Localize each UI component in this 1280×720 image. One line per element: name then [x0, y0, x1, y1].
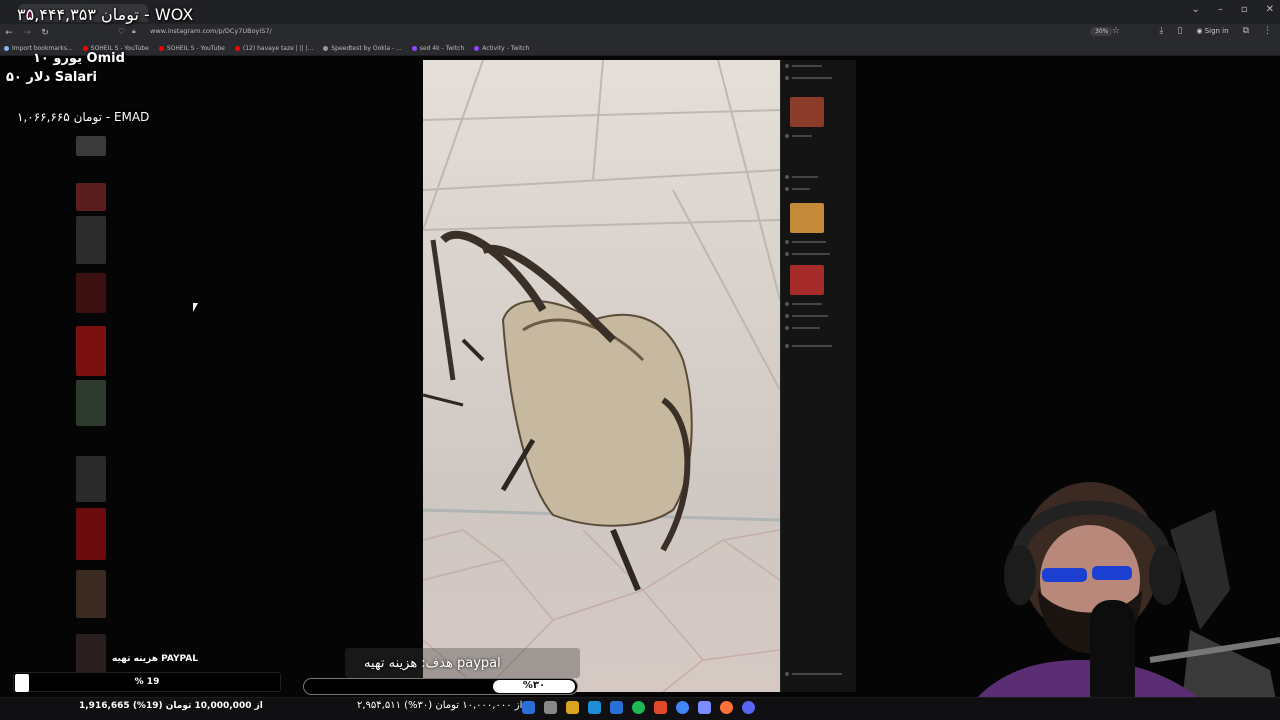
webcam-illustration — [950, 470, 1280, 720]
mid-goal-percent: %۳۰ — [522, 680, 546, 691]
instagram-background-page — [0, 88, 130, 688]
video-frame-illustration — [423, 60, 780, 692]
store-icon[interactable] — [610, 701, 623, 714]
thumbnail[interactable] — [76, 456, 106, 502]
comment-row — [785, 240, 826, 244]
toolbar-right: ⤓ ▯ ◉ Sign in ⧉ ⋮ — [1159, 26, 1272, 36]
back-icon[interactable]: ← — [0, 28, 18, 38]
restore-icon[interactable]: ▫ — [1241, 4, 1248, 15]
comment-row — [785, 326, 820, 330]
sign-in-label: Sign in — [1204, 27, 1229, 35]
lock-icon: 🔒︎ — [132, 27, 136, 35]
donation-salari: ۵۰ دلار Salari — [6, 70, 98, 85]
firefox-icon[interactable] — [720, 701, 733, 714]
comment-image[interactable] — [790, 265, 824, 295]
zoom-indicator[interactable]: 30% — [1090, 27, 1114, 36]
mid-goal-label: هدف: هزینه تهیه paypal — [364, 656, 501, 671]
bookmark-favicon-icon — [4, 46, 9, 51]
comment-row — [785, 302, 822, 306]
menu-icon[interactable]: ⋮ — [1263, 26, 1272, 36]
windows-icon[interactable] — [522, 701, 535, 714]
minimize-icon[interactable]: – — [1218, 4, 1223, 15]
bookmark-favicon-icon — [323, 46, 329, 51]
thumbnail[interactable] — [76, 570, 106, 618]
browser-toolbar: ← → ↻ ♡ 🔒︎ www.instagram.com/p/DCy7UBoyi… — [0, 24, 1280, 42]
search-icon[interactable] — [544, 701, 557, 714]
bookmark-label: sed 4k - Twitch — [419, 45, 465, 52]
comment-row — [785, 252, 830, 256]
bookmark-label: Activity - Twitch — [482, 45, 530, 52]
comment-row — [785, 76, 832, 80]
sidebar-icon[interactable]: ▯ — [1177, 26, 1182, 36]
taskbar-icons — [522, 701, 755, 714]
comment-row — [785, 314, 828, 318]
bookmark-item[interactable]: SOHEIL S - YouTube — [158, 45, 225, 52]
left-goal-summary: 1,916,665 از 10,000,000 تومان (19%) — [79, 701, 263, 711]
office-icon[interactable] — [654, 701, 667, 714]
thumbnail[interactable] — [76, 273, 106, 313]
comment-image[interactable] — [790, 203, 824, 233]
comment-image[interactable] — [790, 97, 824, 127]
mid-goal-progress-bar: %۳۰ — [303, 678, 578, 695]
bookmark-favicon-icon — [474, 46, 480, 51]
discord-icon[interactable] — [742, 701, 755, 714]
bookmark-label: SOHEIL S - YouTube — [166, 45, 225, 52]
top-donation-text: ۳۵,۴۴۴,۳۵۳ تومان - WOX — [17, 5, 194, 24]
comments-panel[interactable] — [780, 60, 856, 692]
thumbnail[interactable] — [76, 634, 106, 676]
download-icon[interactable]: ⤓ — [1159, 26, 1163, 36]
chrome-icon[interactable] — [676, 701, 689, 714]
bookmark-label: Speedtest by Ookla - ... — [331, 45, 402, 52]
donation-omid: ۱۰ یورو Omid — [33, 51, 125, 66]
bookmark-favicon-icon — [411, 46, 417, 51]
bookmark-item[interactable]: (12) havaye taze | || |... — [234, 45, 314, 52]
tool-icon[interactable] — [698, 701, 711, 714]
thumbnail[interactable] — [76, 326, 106, 376]
bookmark-item[interactable]: Activity - Twitch — [474, 45, 529, 52]
star-icon[interactable]: ☆ — [1112, 26, 1120, 36]
left-goal-percent: % 19 — [134, 677, 160, 687]
thumbnail[interactable] — [76, 380, 106, 426]
spotify-icon[interactable] — [632, 701, 645, 714]
streamer-webcam — [950, 470, 1280, 720]
bookmark-favicon-icon — [234, 46, 240, 51]
thumbnail[interactable] — [76, 136, 106, 156]
reload-icon[interactable]: ↻ — [36, 28, 54, 38]
sign-in-button[interactable]: ◉ Sign in — [1196, 27, 1228, 35]
thumbnail[interactable] — [76, 508, 106, 560]
bookmark-heart-icon[interactable]: ♡ — [118, 27, 125, 36]
chevron-down-icon[interactable]: ⌄ — [1191, 4, 1199, 15]
mouse-cursor — [193, 303, 203, 312]
comment-row — [785, 64, 822, 68]
window-controls: ⌄ – ▫ ✕ — [1191, 4, 1274, 15]
extensions-icon[interactable]: ⧉ — [1243, 26, 1249, 36]
left-goal-label: هزینه تهیه PAYPAL — [112, 654, 198, 664]
comment-row — [785, 344, 832, 348]
bookmarks-bar: Import bookmarks... SOHEIL S - YouTube SOH… — [0, 42, 1280, 56]
profile-icon: ◉ — [1196, 27, 1203, 35]
thumbnail[interactable] — [76, 216, 106, 264]
left-goal-progress-bar: % 19 — [13, 672, 281, 692]
bookmark-favicon-icon — [158, 46, 164, 51]
comment-row — [785, 175, 818, 179]
bookmark-label: (12) havaye taze | || |... — [242, 45, 314, 52]
thumbnail[interactable] — [76, 183, 106, 211]
comment-row — [785, 672, 842, 676]
address-bar[interactable]: www.instagram.com/p/DCy7UBoyiS7/ — [150, 27, 272, 35]
folder-icon[interactable] — [566, 701, 579, 714]
edge-icon[interactable] — [588, 701, 601, 714]
instagram-video[interactable] — [423, 60, 780, 692]
screen: ⌄ – ▫ ✕ ← → ↻ ♡ 🔒︎ www.instagram.com/p/D… — [0, 0, 1280, 720]
close-icon[interactable]: ✕ — [1266, 4, 1274, 15]
comment-row — [785, 134, 812, 138]
bookmark-item[interactable]: sed 4k - Twitch — [411, 45, 465, 52]
comment-row — [785, 187, 810, 191]
taskbar: 1,916,665 از 10,000,000 تومان (19%) ۲,۹۵… — [0, 697, 1280, 720]
mid-goal-summary: ۲,۹۵۴,۵۱۱ از ۱۰,۰۰۰,۰۰۰ تومان (۳۰%) — [357, 700, 523, 711]
bookmark-item[interactable]: Speedtest by Ookla - ... — [323, 45, 402, 52]
forward-icon[interactable]: → — [18, 28, 36, 38]
